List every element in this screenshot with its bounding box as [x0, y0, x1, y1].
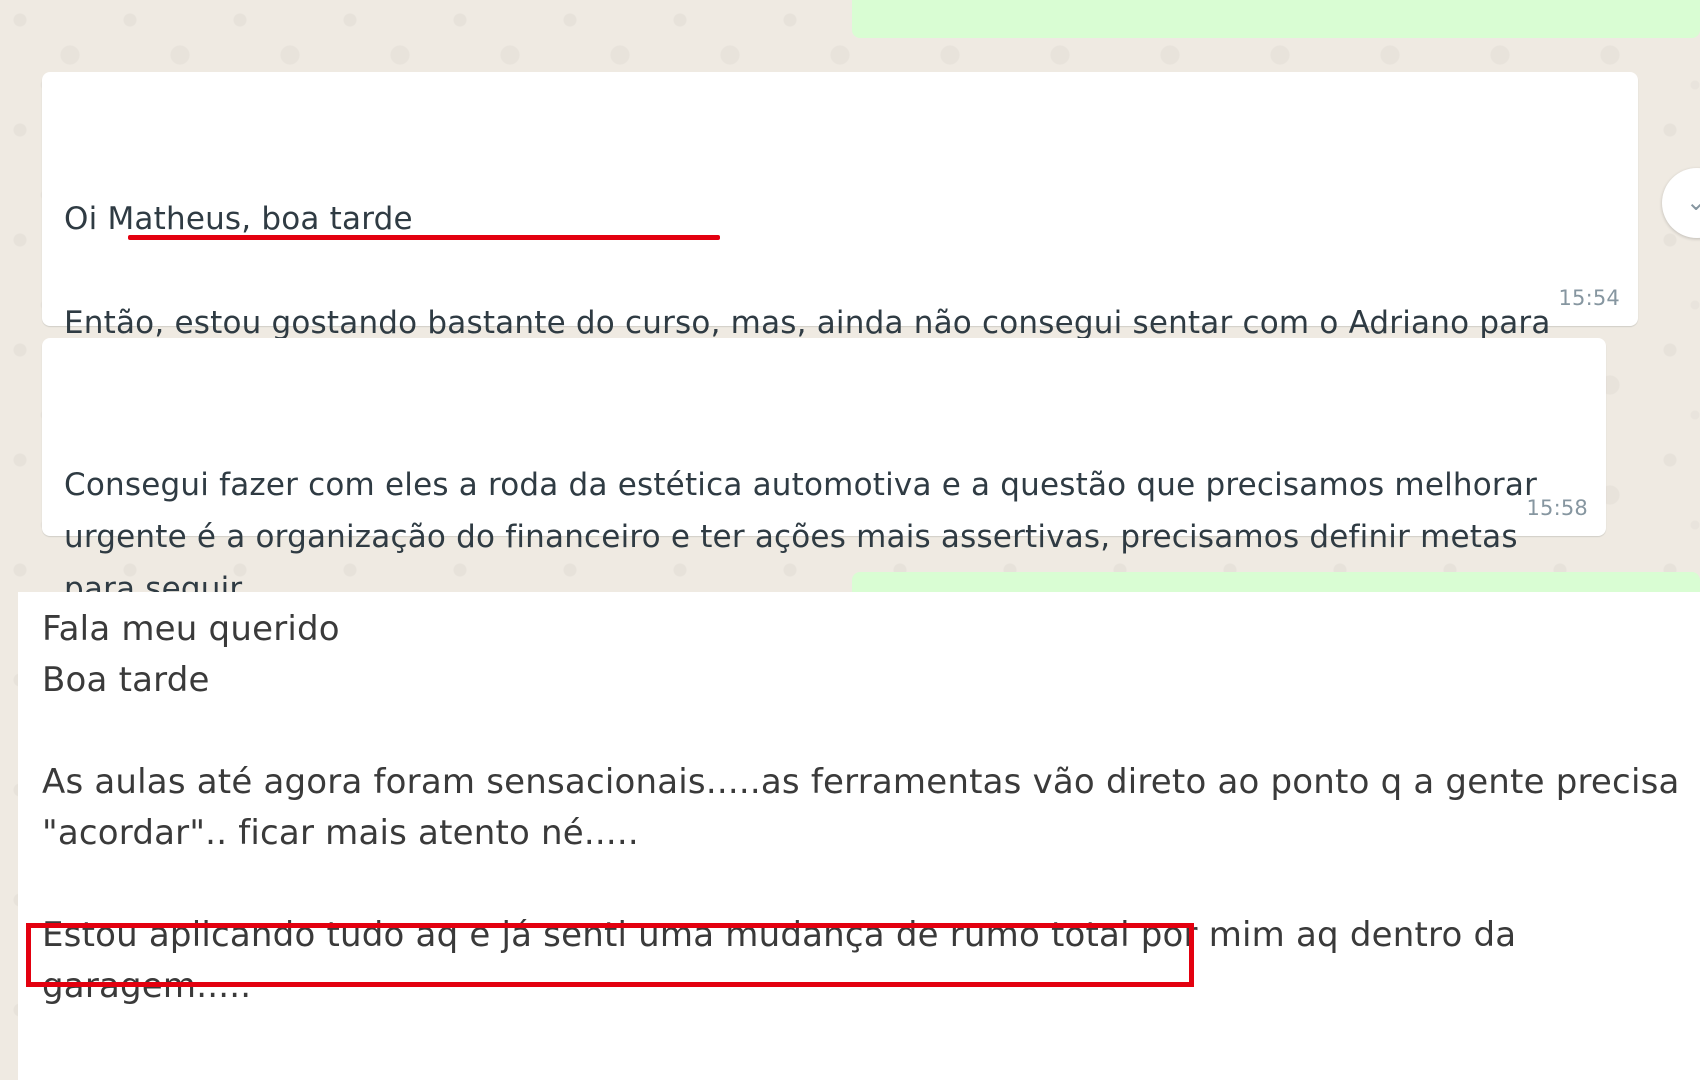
- incoming-message-bubble[interactable]: Consegui fazer com eles a roda da estéti…: [42, 338, 1606, 607]
- outgoing-message-bubble-partial: [852, 0, 1700, 38]
- message-greeting: Oi Matheus, boa tarde: [64, 201, 413, 237]
- message-timestamp: 15:58: [1526, 496, 1588, 520]
- red-underline-annotation: [128, 235, 720, 240]
- incoming-message-bubble[interactable]: Oi Matheus, boa tarde Então, estou gosta…: [42, 72, 1638, 393]
- reply-line-1: Fala meu querido: [42, 609, 340, 649]
- reply-line-2: Boa tarde: [42, 660, 210, 700]
- chevron-down-icon: ⌄: [1686, 188, 1700, 216]
- underlined-phrase: estou gostando bastante do curso: [174, 305, 711, 341]
- outgoing-message-bubble-partial: [852, 572, 1700, 592]
- reply-excerpt-panel: Fala meu querido Boa tarde As aulas até …: [18, 592, 1700, 1080]
- message-timestamp: 15:54: [1558, 286, 1620, 310]
- reply-paragraph-2: As aulas até agora foram sensacionais...…: [42, 762, 1691, 853]
- red-highlight-box-annotation: [26, 923, 1194, 987]
- scroll-down-button[interactable]: ⌄: [1662, 168, 1700, 238]
- message-body-prefix: Então,: [64, 305, 175, 341]
- chat-area: Oi Matheus, boa tarde Então, estou gosta…: [0, 0, 1700, 607]
